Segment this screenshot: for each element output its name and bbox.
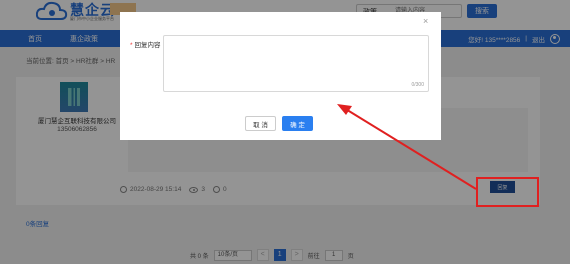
char-counter: 0/300 bbox=[411, 82, 424, 88]
confirm-button[interactable]: 确 定 bbox=[282, 116, 313, 131]
required-mark: * bbox=[130, 42, 133, 49]
close-icon[interactable]: × bbox=[423, 16, 428, 26]
reply-dialog: × * 回复内容 0/300 取 消 确 定 bbox=[120, 12, 441, 140]
annotation-highlight-box bbox=[476, 177, 539, 207]
reply-label-text: 回复内容 bbox=[134, 42, 161, 49]
reply-content-label: * 回复内容 bbox=[130, 39, 161, 49]
reply-content-field: 0/300 bbox=[163, 35, 429, 92]
reply-textarea[interactable] bbox=[164, 36, 428, 91]
cancel-button[interactable]: 取 消 bbox=[245, 116, 276, 131]
